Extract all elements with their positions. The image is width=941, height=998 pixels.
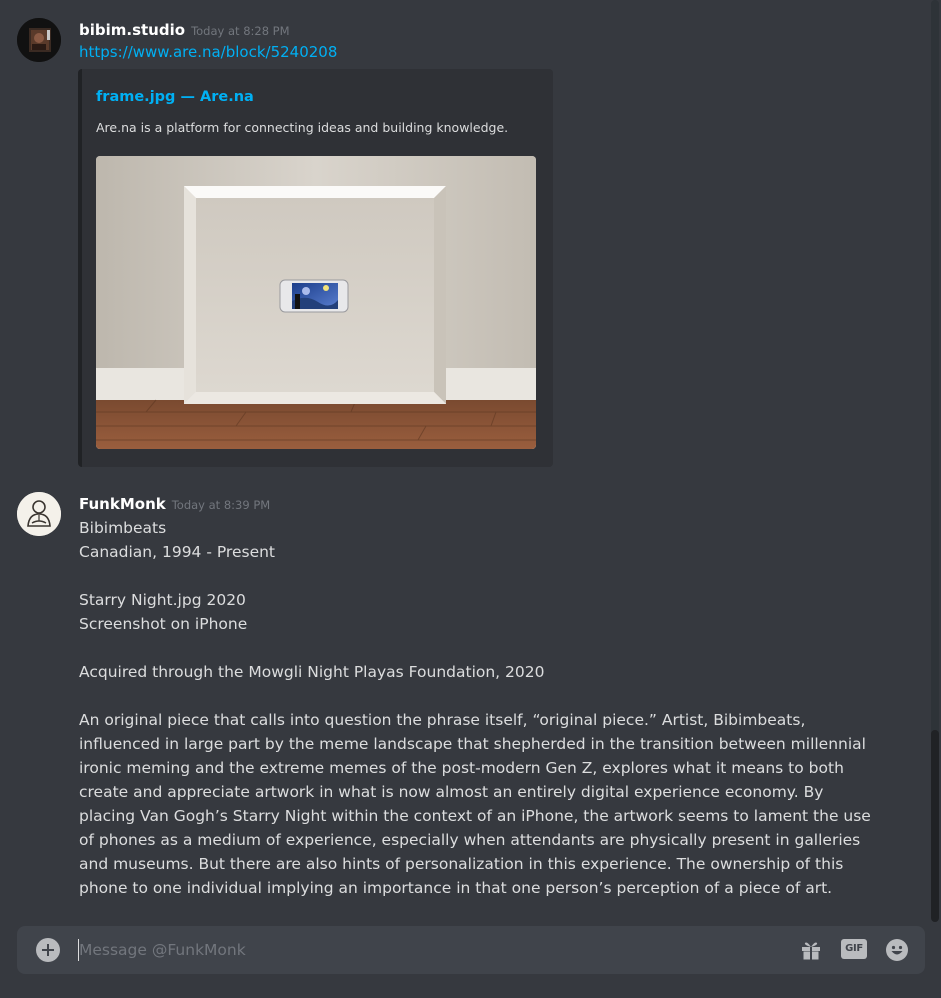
avatar[interactable] [17,18,61,62]
message-link[interactable]: https://www.are.na/block/5240208 [79,43,337,61]
username[interactable]: bibim.studio [79,21,185,39]
message-paragraph: An original piece that calls into questi… [79,711,871,897]
message-line-title: Starry Night.jpg 2020 [79,591,246,609]
embed-description: Are.na is a platform for connecting idea… [96,120,509,135]
message-line-artist: Bibimbeats [79,519,167,537]
message-line-nationality: Canadian, 1994 - Present [79,543,276,561]
scrollbar-thumb[interactable] [931,730,939,922]
message-line-medium: Screenshot on iPhone [79,615,248,633]
message-line-acquisition: Acquired through the Mowgli Night Playas… [79,663,545,681]
monk-avatar-image [17,492,61,536]
embed-image[interactable] [96,156,536,449]
chat-messages: bibim.studio Today at 8:28 PM https://www… [0,0,941,912]
emoji-icon[interactable] [885,938,909,962]
gift-icon[interactable] [799,938,823,962]
avatar[interactable] [17,492,61,536]
timestamp: Today at 8:28 PM [191,24,290,38]
add-attachment-icon[interactable] [36,938,60,962]
frame-photo [96,156,536,449]
embed-title[interactable]: frame.jpg — Are.na [96,89,254,105]
message-input[interactable] [79,936,759,964]
message-content: Bibimbeats Canadian, 1994 - Present Star… [79,516,879,900]
username[interactable]: FunkMonk [79,495,166,513]
link-embed: frame.jpg — Are.na Are.na is a platform … [78,69,553,467]
avatar-image [17,18,61,62]
message-composer: GIF [17,926,925,974]
message-header: FunkMonk Today at 8:39 PM [79,494,270,513]
timestamp: Today at 8:39 PM [171,498,271,512]
message-header: bibim.studio Today at 8:28 PM [79,20,290,39]
gif-icon[interactable]: GIF [841,939,867,959]
